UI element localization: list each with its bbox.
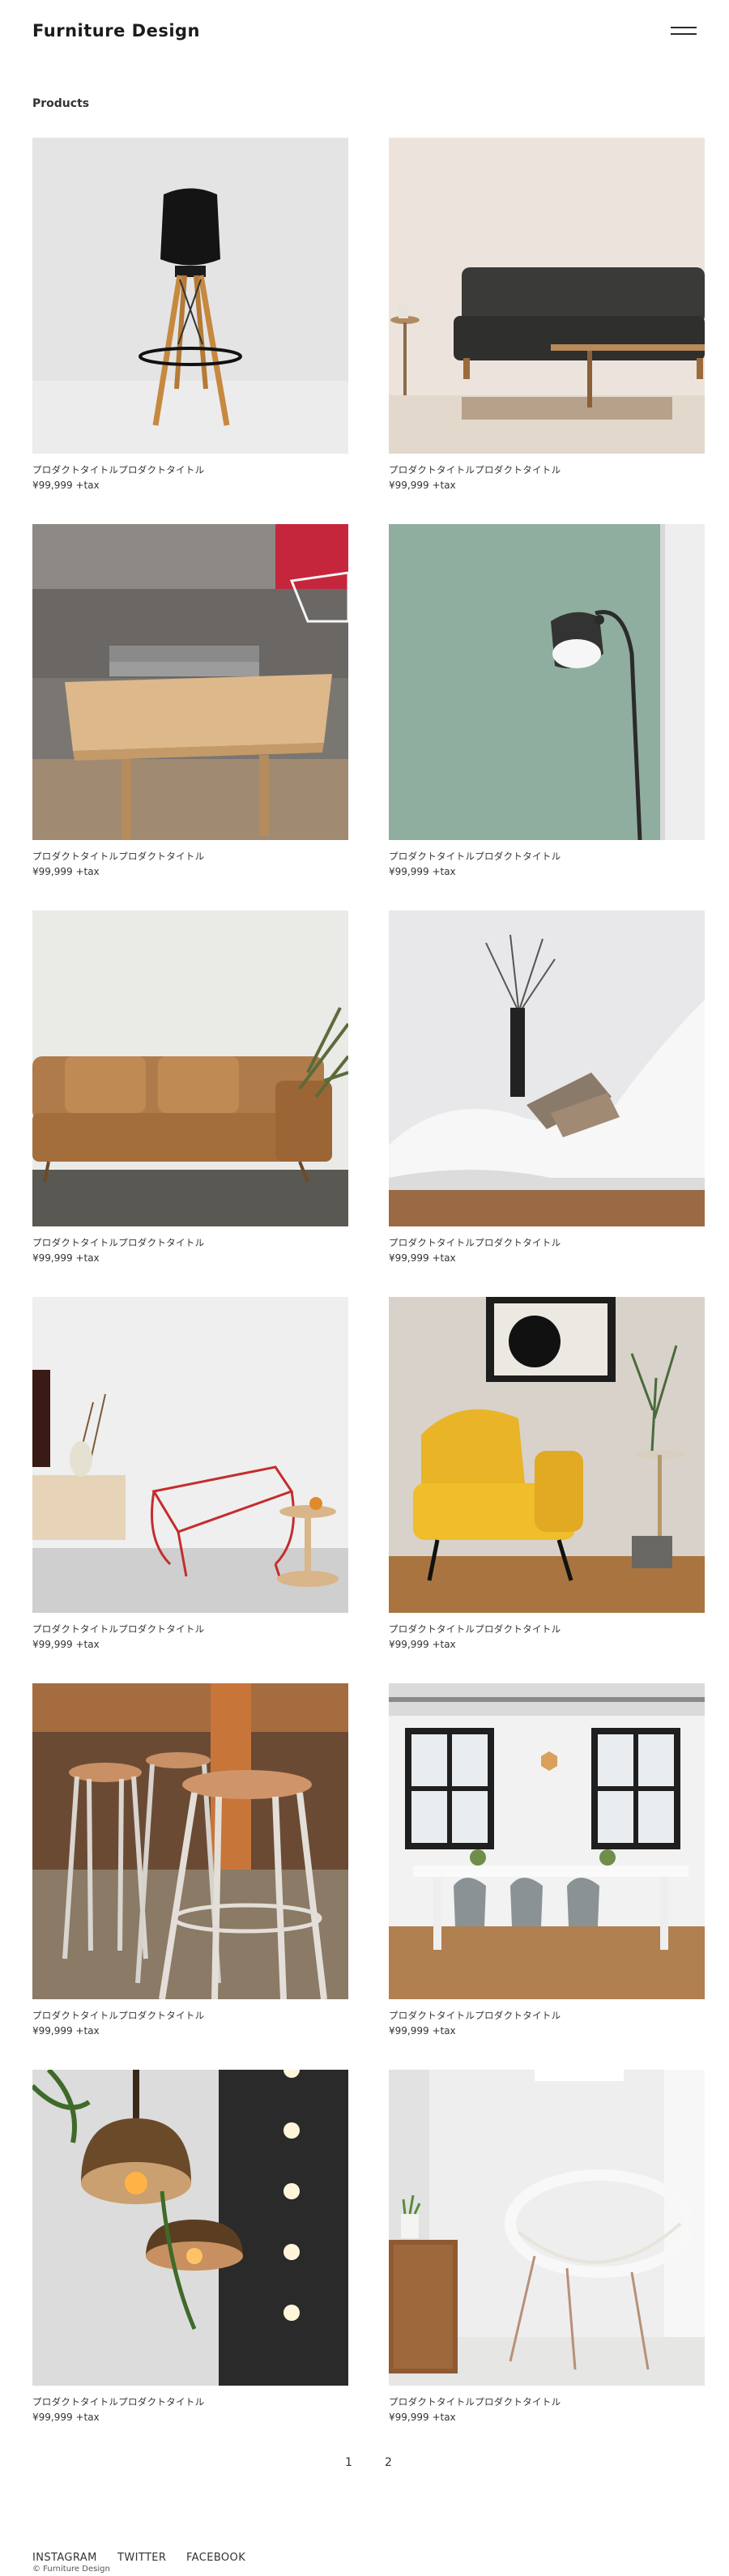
product-image-floor-lamp [389, 524, 705, 840]
section-title: Products [32, 97, 90, 110]
product-image-wire-chair [32, 1297, 348, 1613]
product-image-chaise [389, 911, 705, 1226]
product-title: プロダクトタイトルプロダクトタイトル [389, 1623, 561, 1635]
page-link-1[interactable]: 1 [345, 2456, 352, 2469]
product-card[interactable]: プロダクトタイトルプロダクトタイトル ¥99,999 +tax [32, 1297, 348, 1650]
site-title[interactable]: Furniture Design [32, 21, 200, 41]
pagination: 1 2 [0, 2456, 729, 2476]
product-card[interactable]: プロダクトタイトルプロダクトタイトル ¥99,999 +tax [32, 2070, 348, 2423]
copyright: © Furniture Design [32, 2565, 110, 2574]
product-image-sofa [389, 138, 705, 454]
product-image-white-wire-chair [389, 2070, 705, 2386]
product-title: プロダクトタイトルプロダクトタイトル [32, 851, 205, 862]
instagram-link[interactable]: INSTAGRAM [32, 2552, 97, 2564]
product-card[interactable]: プロダクトタイトルプロダクトタイトル ¥99,999 +tax [389, 911, 705, 1264]
product-price: ¥99,999 +tax [32, 2412, 100, 2423]
product-title: プロダクトタイトルプロダクトタイトル [389, 851, 561, 862]
facebook-link[interactable]: FACEBOOK [186, 2552, 245, 2564]
product-title: プロダクトタイトルプロダクトタイトル [32, 1237, 205, 1248]
product-price: ¥99,999 +tax [389, 1252, 456, 1264]
product-price: ¥99,999 +tax [32, 1639, 100, 1650]
product-card[interactable]: プロダクトタイトルプロダクトタイトル ¥99,999 +tax [389, 524, 705, 877]
product-title: プロダクトタイトルプロダクトタイトル [32, 464, 205, 476]
product-card[interactable]: プロダクトタイトルプロダクトタイトル ¥99,999 +tax [32, 138, 348, 491]
menu-line [671, 27, 697, 28]
twitter-link[interactable]: TWITTER [117, 2552, 166, 2564]
hamburger-menu-icon[interactable] [671, 23, 697, 41]
product-price: ¥99,999 +tax [389, 2412, 456, 2423]
product-card[interactable]: プロダクトタイトルプロダクトタイトル ¥99,999 +tax [32, 1683, 348, 2036]
product-title: プロダクトタイトルプロダクトタイトル [32, 2010, 205, 2021]
menu-line [671, 33, 697, 35]
product-card[interactable]: プロダクトタイトルプロダクトタイトル ¥99,999 +tax [389, 2070, 705, 2423]
product-price: ¥99,999 +tax [32, 480, 100, 491]
product-price: ¥99,999 +tax [389, 866, 456, 877]
product-title: プロダクトタイトルプロダクトタイトル [389, 464, 561, 476]
product-image-bar-stool [32, 138, 348, 454]
product-title: プロダクトタイトルプロダクトタイトル [32, 1623, 205, 1635]
product-title: プロダクトタイトルプロダクトタイトル [389, 2396, 561, 2408]
product-price: ¥99,999 +tax [389, 480, 456, 491]
product-image-pendant-lamps [32, 2070, 348, 2386]
product-title: プロダクトタイトルプロダクトタイトル [389, 1237, 561, 1248]
product-price: ¥99,999 +tax [389, 1639, 456, 1650]
product-price: ¥99,999 +tax [389, 2025, 456, 2036]
product-image-yellow-armchair [389, 1297, 705, 1613]
product-price: ¥99,999 +tax [32, 1252, 100, 1264]
product-title: プロダクトタイトルプロダクトタイトル [389, 2010, 561, 2021]
product-image-metal-stools [32, 1683, 348, 1999]
product-card[interactable]: プロダクトタイトルプロダクトタイトル ¥99,999 +tax [389, 1297, 705, 1650]
product-price: ¥99,999 +tax [32, 866, 100, 877]
site-header: Furniture Design [0, 0, 729, 65]
product-image-dining-room [389, 1683, 705, 1999]
product-card[interactable]: プロダクトタイトルプロダクトタイトル ¥99,999 +tax [389, 138, 705, 491]
product-image-leather-sofa [32, 911, 348, 1226]
product-card[interactable]: プロダクトタイトルプロダクトタイトル ¥99,999 +tax [32, 911, 348, 1264]
product-price: ¥99,999 +tax [32, 2025, 100, 2036]
product-title: プロダクトタイトルプロダクトタイトル [32, 2396, 205, 2408]
product-card[interactable]: プロダクトタイトルプロダクトタイトル ¥99,999 +tax [32, 524, 348, 877]
page-link-2[interactable]: 2 [385, 2456, 392, 2469]
product-image-side-table [32, 524, 348, 840]
product-card[interactable]: プロダクトタイトルプロダクトタイトル ¥99,999 +tax [389, 1683, 705, 2036]
